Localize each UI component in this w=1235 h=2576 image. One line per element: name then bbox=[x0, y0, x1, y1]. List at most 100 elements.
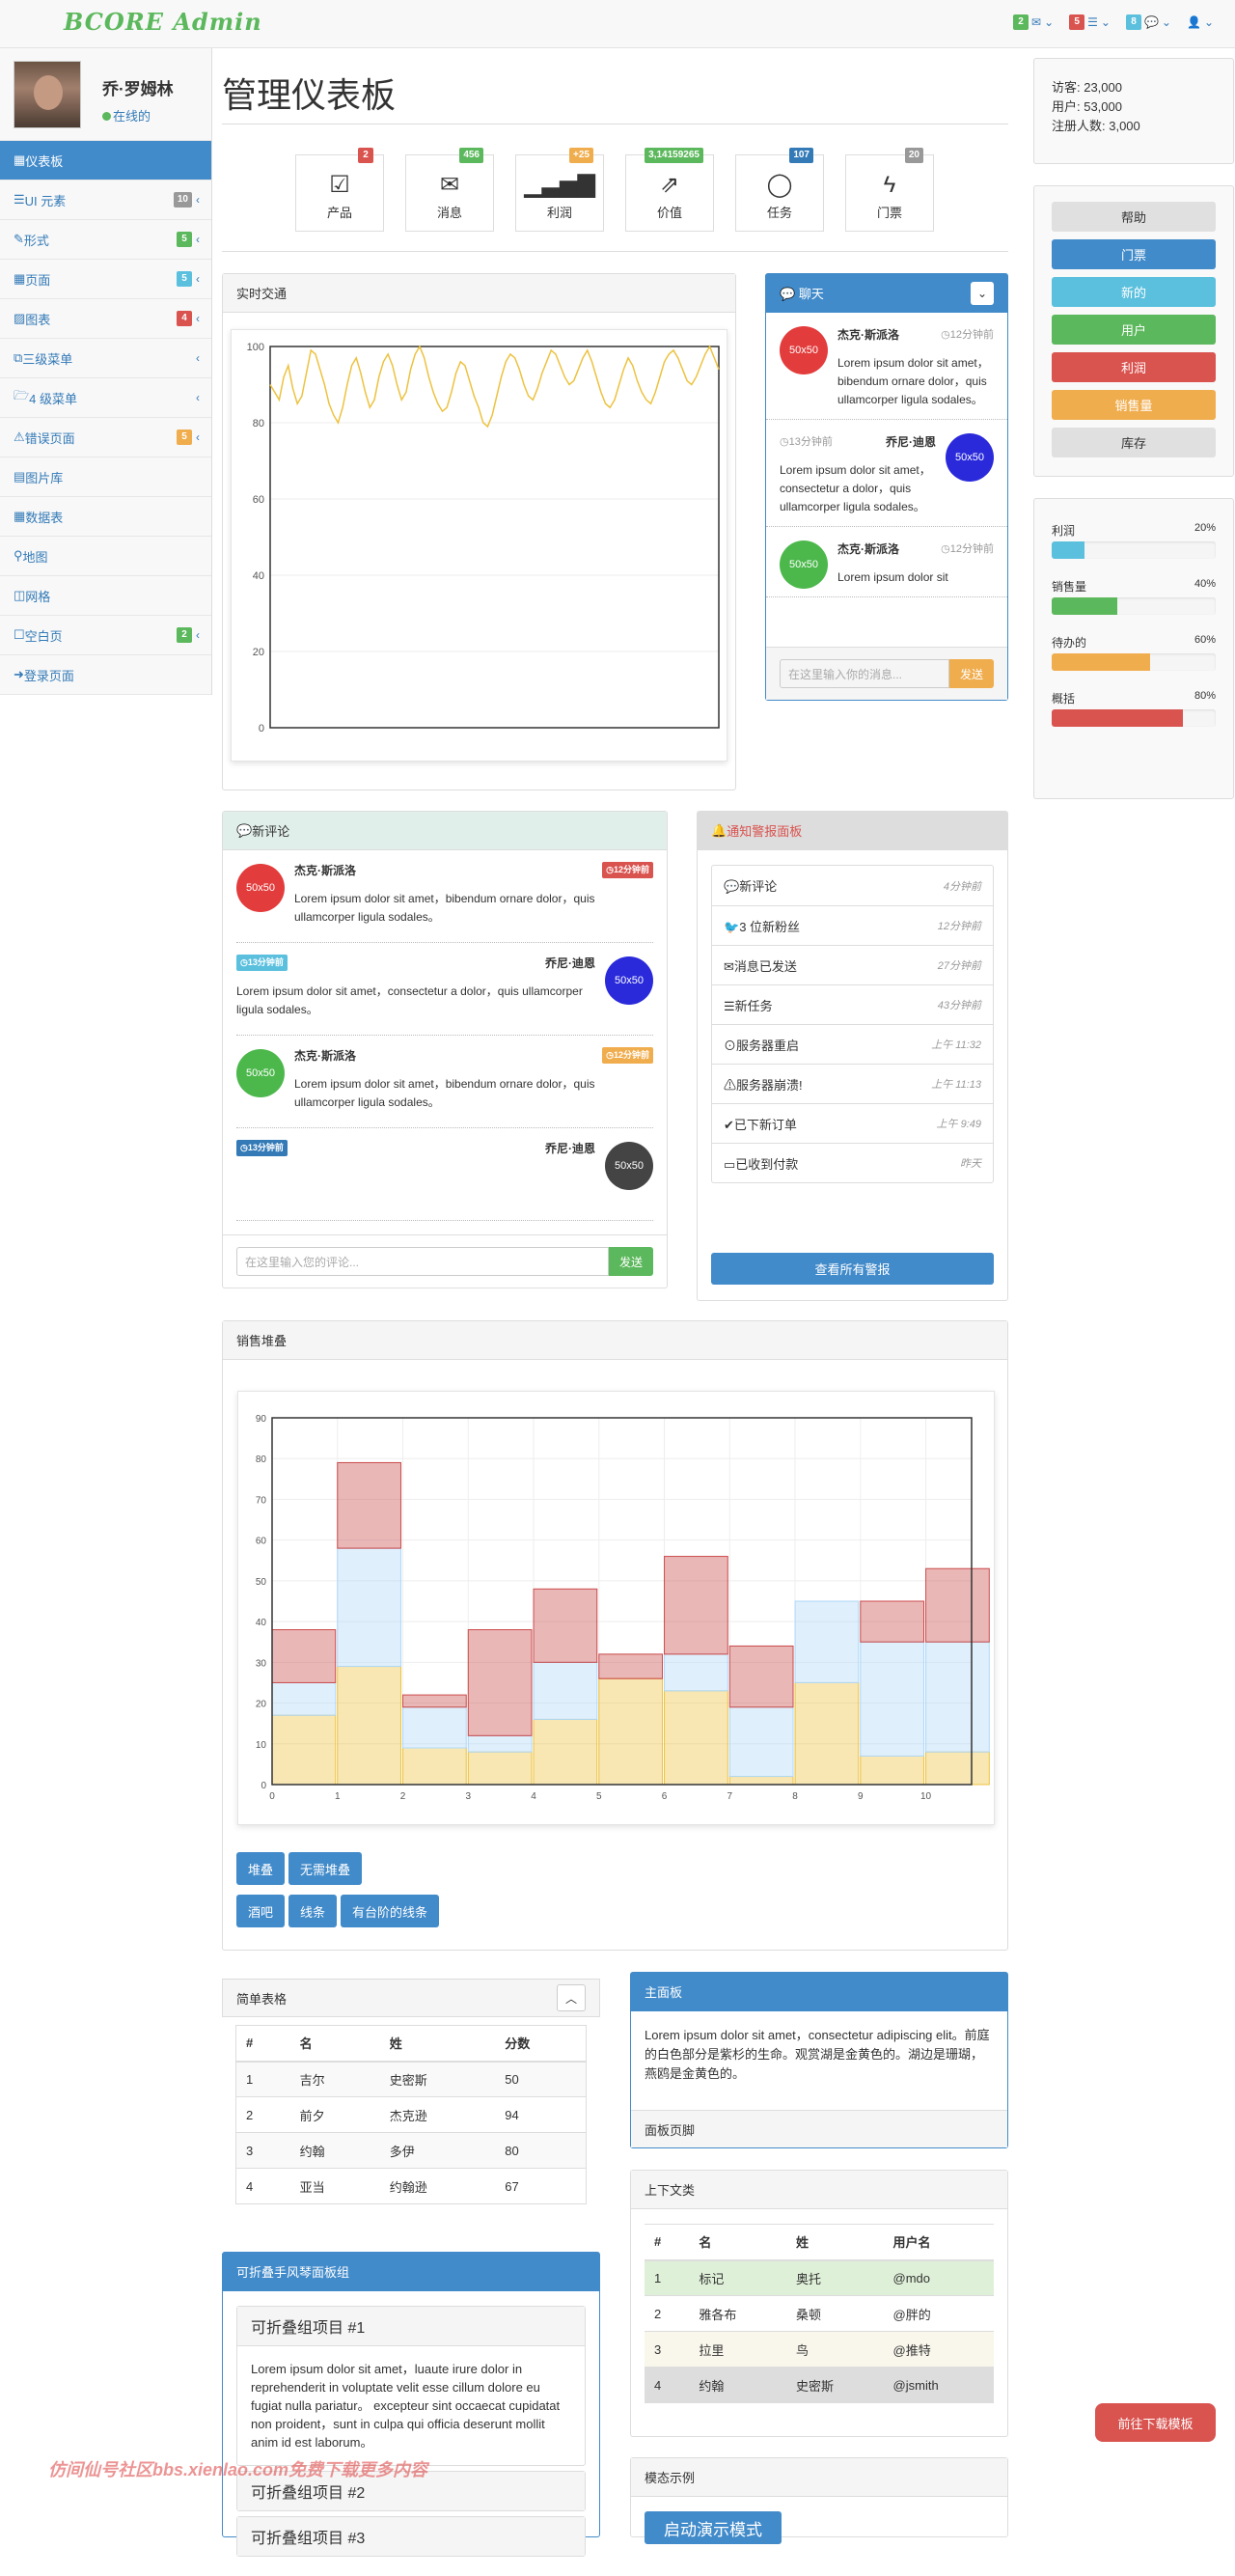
chat-input[interactable]: 在这里输入你的消息... bbox=[780, 659, 949, 688]
brand-logo[interactable]: BCORE Admin bbox=[64, 8, 262, 36]
alert-item[interactable]: ⚠服务器崩溃! 上午 11:13 bbox=[712, 1064, 993, 1103]
sidebar-item-label: 4 级菜单 bbox=[29, 391, 77, 406]
sidebar-item-5[interactable]: ⧉ 三级菜单 ‹ bbox=[0, 339, 211, 378]
tile-3[interactable]: ⇗ 价值 3,14159265 bbox=[625, 148, 714, 232]
comment-icon: ◯ bbox=[766, 172, 793, 198]
sidebar-item-label: 错误页面 bbox=[24, 430, 75, 446]
stack-button[interactable]: 堆叠 bbox=[236, 1852, 286, 1885]
chevron-left-icon: ‹ bbox=[196, 193, 200, 207]
comments-icon: 💬 bbox=[780, 287, 799, 301]
sidebar-item-8[interactable]: ▤ 图片库 bbox=[0, 457, 211, 497]
online-dot-icon bbox=[102, 112, 111, 121]
quick-button-4[interactable]: 利润 bbox=[1052, 352, 1216, 382]
table-cell: 史密斯 bbox=[379, 2061, 496, 2097]
table-cell: @推特 bbox=[883, 2331, 994, 2368]
alert-item[interactable]: ☰新任务 43分钟前 bbox=[712, 984, 993, 1024]
progress-item: 利润 20% bbox=[1052, 522, 1216, 559]
bar-series3 bbox=[467, 1629, 533, 1736]
bar-series3 bbox=[337, 1461, 401, 1549]
no-stack-button[interactable]: 无需堆叠 bbox=[288, 1852, 363, 1885]
quick-button-1[interactable]: 门票 bbox=[1052, 239, 1216, 269]
progress-bar bbox=[1052, 597, 1216, 615]
alert-item[interactable]: ⊙服务器重启 上午 11:32 bbox=[712, 1024, 993, 1064]
comment-item: 50x50 乔尼·迪恩 ◷13分钟前 bbox=[236, 1128, 653, 1221]
sidebar-item-4[interactable]: ▨ 图表 4 ‹ bbox=[0, 299, 211, 339]
folder-icon: 🗁 bbox=[14, 388, 30, 402]
chat-send-button[interactable]: 发送 bbox=[949, 659, 994, 688]
sidebar-item-label: 三级菜单 bbox=[22, 351, 73, 367]
sidebar-item-9[interactable]: ▦ 数据表 bbox=[0, 497, 211, 537]
tile-5[interactable]: ϟ 门票 20 bbox=[845, 148, 934, 232]
steps-button[interactable]: 有台阶的线条 bbox=[341, 1895, 440, 1927]
tile-1[interactable]: ✉ 消息 456 bbox=[405, 148, 494, 232]
comment-meta: 杰克·斯派洛 ◷12分钟前 bbox=[294, 1047, 653, 1064]
quick-button-5[interactable]: 销售量 bbox=[1052, 390, 1216, 420]
accordion-toggle[interactable]: 可折叠组项目 #1 bbox=[237, 2307, 585, 2345]
messages-dropdown[interactable]: 2 ✉ ⌄ bbox=[1013, 14, 1054, 30]
sidebar-item-1[interactable]: ☰ UI 元素 10 ‹ bbox=[0, 180, 211, 220]
money-icon: ▭ bbox=[724, 1156, 736, 1172]
comment-send-button[interactable]: 发送 bbox=[609, 1247, 653, 1276]
quick-button-2[interactable]: 新的 bbox=[1052, 277, 1216, 307]
view-all-alerts-button[interactable]: 查看所有警报 bbox=[711, 1253, 994, 1285]
chat-message: 50x50 杰克·斯派洛 ◷12分钟前 Lorem ipsum dolor si… bbox=[766, 313, 1007, 420]
tile-badge: +25 bbox=[569, 148, 593, 163]
stats-list: 访客: 23,000 用户: 53,000 注册人数: 3,000 bbox=[1034, 59, 1233, 155]
sidebar-item-3[interactable]: ▦ 页面 5 ‹ bbox=[0, 260, 211, 299]
quick-button-3[interactable]: 用户 bbox=[1052, 315, 1216, 345]
alerts-dropdown[interactable]: 8 💬 ⌄ bbox=[1125, 14, 1171, 30]
bars-button[interactable]: 酒吧 bbox=[236, 1895, 286, 1927]
bar-series1 bbox=[728, 1776, 794, 1786]
sidebar-item-13[interactable]: ➜ 登录页面 bbox=[0, 655, 211, 695]
accordion-toggle[interactable]: 可折叠组项目 #3 bbox=[237, 2517, 585, 2556]
clock-icon: ◷ bbox=[240, 957, 248, 967]
x-tick-label: 0 bbox=[269, 1791, 275, 1802]
stats-panel: 访客: 23,000 用户: 53,000 注册人数: 3,000 bbox=[1033, 58, 1234, 164]
bolt-icon: ϟ bbox=[883, 172, 896, 198]
user-dropdown[interactable]: 👤 ⌄ bbox=[1187, 15, 1214, 29]
alert-item[interactable]: 🐦3 位新粉丝 12分钟前 bbox=[712, 905, 993, 945]
quick-button-6[interactable]: 库存 bbox=[1052, 428, 1216, 457]
launch-modal-button[interactable]: 启动演示模式 bbox=[645, 2511, 782, 2544]
comments-footer: 在这里输入您的评论... 发送 bbox=[223, 1234, 667, 1288]
bar-series2 bbox=[467, 1734, 533, 1753]
chat-message: 50x50 杰克·斯派洛 ◷12分钟前 Lorem ipsum dolor si… bbox=[766, 527, 1007, 597]
table-cell: 约翰 bbox=[289, 2132, 380, 2169]
sidebar-item-label: 数据表 bbox=[25, 510, 64, 525]
sidebar-item-6[interactable]: 🗁 4 级菜单 ‹ bbox=[0, 378, 211, 418]
tasks-dropdown[interactable]: 5 ☰ ⌄ bbox=[1069, 14, 1111, 30]
tile-4[interactable]: ◯ 任务 107 bbox=[735, 148, 824, 232]
quick-button-0[interactable]: 帮助 bbox=[1052, 202, 1216, 232]
comment-item: 50x50 乔尼·迪恩 ◷13分钟前 Lorem ipsum dolor sit… bbox=[236, 943, 653, 1036]
table-icon: ▦ bbox=[14, 152, 26, 167]
sidebar-item-12[interactable]: ☐ 空白页 2 ‹ bbox=[0, 616, 211, 655]
sidebar-item-label: 图片库 bbox=[25, 470, 64, 485]
sidebar-item-2[interactable]: ✎ 形式 5 ‹ bbox=[0, 220, 211, 260]
tile-label: 产品 bbox=[326, 206, 352, 220]
sidebar-item-10[interactable]: ⚲ 地图 bbox=[0, 537, 211, 576]
page-title: 管理仪表板 bbox=[222, 75, 397, 115]
user-name: 乔·罗姆林 bbox=[102, 80, 174, 98]
alert-item[interactable]: ✉消息已发送 27分钟前 bbox=[712, 945, 993, 984]
chat-collapse-button[interactable]: ⌄ bbox=[971, 281, 994, 305]
table-cell: @jsmith bbox=[883, 2367, 994, 2403]
sidebar-item-11[interactable]: ◫ 网格 bbox=[0, 576, 211, 616]
sidebar-item-7[interactable]: ⚠ 错误页面 5 ‹ bbox=[0, 418, 211, 457]
alert-item[interactable]: ✔已下新订单 上午 9:49 bbox=[712, 1103, 993, 1143]
tile-label: 利润 bbox=[546, 206, 572, 220]
sales-header: 销售堆叠 bbox=[223, 1321, 1007, 1360]
comments-panel: 💬 新评论 50x50 杰克·斯派洛 ◷12分钟前 Lorem ipsum do… bbox=[222, 811, 668, 1288]
tile-2[interactable]: ▁▃▅▇ 利润 +25 bbox=[515, 148, 604, 232]
user-avatar[interactable] bbox=[14, 61, 81, 128]
download-template-button[interactable]: 前往下载模板 bbox=[1095, 2403, 1216, 2442]
bar-series3 bbox=[728, 1645, 794, 1708]
alert-item[interactable]: 💬新评论 4分钟前 bbox=[712, 866, 993, 905]
lines-button[interactable]: 线条 bbox=[288, 1895, 338, 1927]
sidebar-item-0[interactable]: ▦ 仪表板 bbox=[0, 141, 211, 180]
collapse-button[interactable]: ︿ bbox=[557, 1984, 586, 2011]
tile-0[interactable]: ☑ 产品 2 bbox=[295, 148, 384, 232]
comment-input[interactable]: 在这里输入您的评论... bbox=[236, 1247, 609, 1276]
y-tick-label: 30 bbox=[256, 1658, 267, 1669]
alert-item[interactable]: ▭已收到付款 昨天 bbox=[712, 1143, 993, 1182]
progress-percent: 80% bbox=[1194, 690, 1216, 702]
